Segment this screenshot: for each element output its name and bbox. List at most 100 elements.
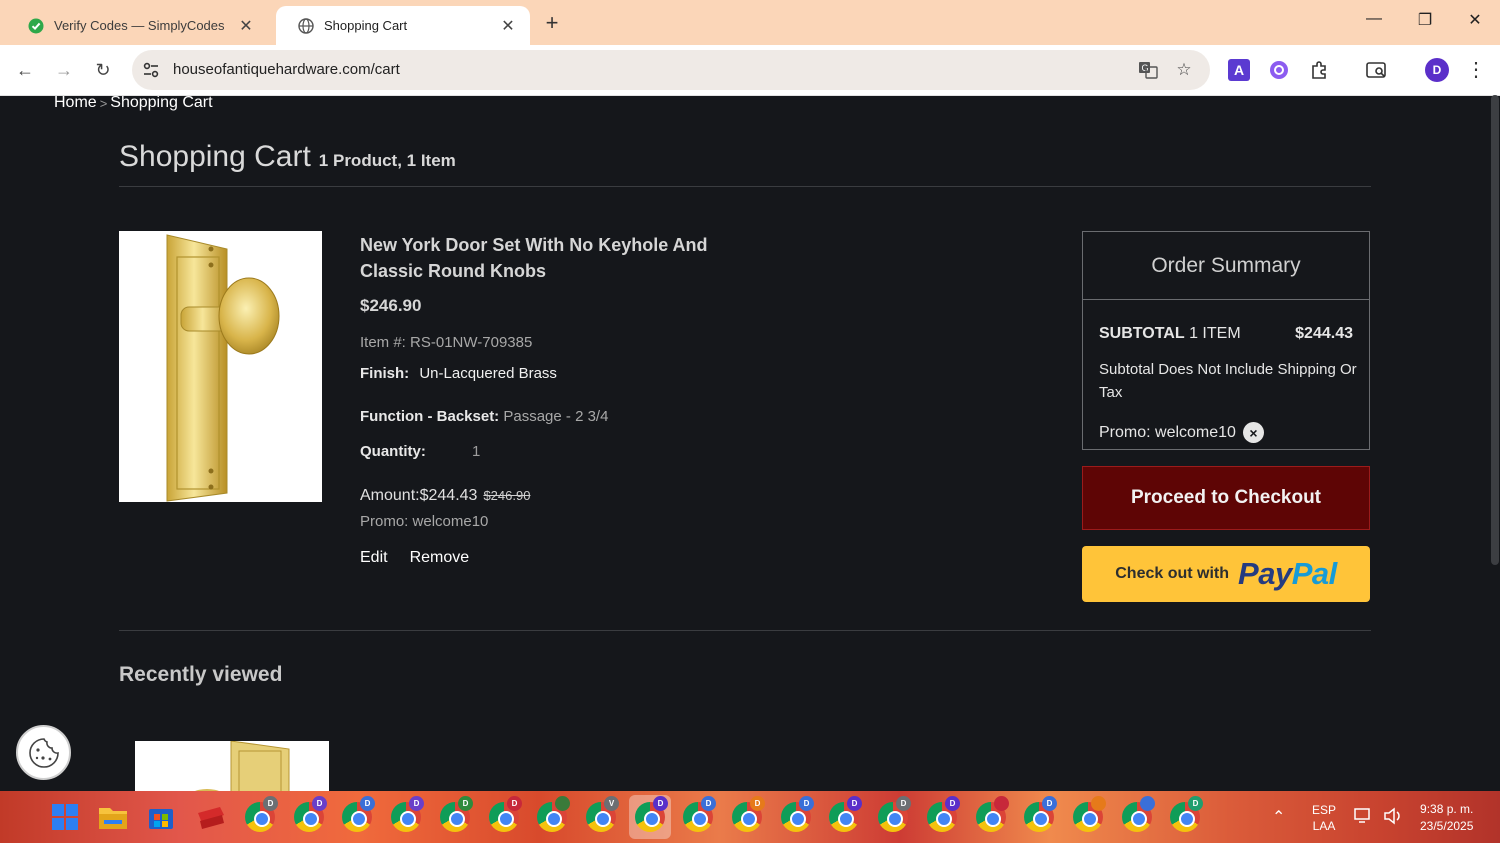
profile-badge: D: [896, 796, 911, 811]
svg-text:G: G: [1142, 63, 1149, 73]
taskbar-chrome-icon[interactable]: D: [391, 796, 424, 832]
divider: [119, 630, 1371, 631]
proceed-to-checkout-button[interactable]: Proceed to Checkout: [1082, 466, 1370, 530]
taskbar-chrome-icon[interactable]: D: [245, 796, 278, 832]
profile-badge: D: [653, 796, 668, 811]
breadcrumb-current: Shopping Cart: [110, 96, 213, 111]
back-icon[interactable]: ←: [12, 57, 38, 83]
minimize-icon[interactable]: —: [1354, 10, 1394, 28]
extension-a-icon[interactable]: A: [1228, 59, 1250, 81]
show-hidden-icons-icon[interactable]: ⌃: [1272, 807, 1285, 827]
item-number-row: Item #: RS-01NW-709385: [360, 334, 532, 351]
taskbar-chrome-icon[interactable]: D: [927, 796, 960, 832]
taskbar-chrome-icon[interactable]: V: [586, 796, 619, 832]
taskbar-chrome-icon[interactable]: [1122, 796, 1155, 832]
remove-promo-icon[interactable]: ×: [1242, 422, 1264, 443]
tab-shopping-cart[interactable]: Shopping Cart ✕: [276, 6, 530, 45]
profile-badge: V: [604, 796, 619, 811]
volume-icon[interactable]: [1383, 807, 1403, 828]
paypal-checkout-button[interactable]: Check out with PayPal: [1082, 546, 1370, 602]
order-summary: Order Summary SUBTOTAL 1 ITEM $244.43 Su…: [1082, 231, 1370, 450]
subtotal-note: Subtotal Does Not Include Shipping Or Ta…: [1099, 361, 1357, 401]
microsoft-store-icon[interactable]: [145, 801, 177, 833]
taskbar-chrome-icon[interactable]: D: [1024, 796, 1057, 832]
amount-original: $246.90: [483, 488, 531, 503]
profile-badge: D: [701, 796, 716, 811]
taskbar-chrome-icon[interactable]: D: [294, 796, 327, 832]
taskbar-chrome-icon[interactable]: D: [489, 796, 522, 832]
remove-link[interactable]: Remove: [410, 549, 470, 567]
function-label: Function - Backset:: [360, 408, 500, 425]
profile-badge: [1091, 796, 1106, 811]
page-scrollbar[interactable]: [1491, 95, 1499, 565]
new-tab-icon[interactable]: +: [540, 10, 564, 36]
browser-toolbar: ← → ↻ houseofantiquehardware.com/cart G …: [0, 45, 1500, 96]
taskbar-chrome-icon[interactable]: [1073, 796, 1106, 832]
quantity-value[interactable]: 1: [472, 443, 480, 460]
taskbar-chrome-icon[interactable]: D: [342, 796, 375, 832]
profile-badge: [555, 796, 570, 811]
taskbar-chrome-icon[interactable]: [537, 796, 570, 832]
clock[interactable]: 9:38 p. m. 23/5/2025: [1420, 801, 1473, 835]
windows-taskbar: D D D D D D V D D D D D D D D D ⌃ ESP LAA 9:38 p. m. 23…: [0, 791, 1500, 843]
paypal-logo: PayPal: [1238, 556, 1337, 591]
network-icon[interactable]: [1354, 807, 1374, 828]
file-explorer-icon[interactable]: [97, 801, 129, 833]
taskbar-chrome-icon[interactable]: D: [829, 796, 862, 832]
taskbar-chrome-icon[interactable]: D: [683, 796, 716, 832]
address-bar[interactable]: houseofantiquehardware.com/cart G ☆: [132, 50, 1210, 90]
taskbar-chrome-icon[interactable]: D: [635, 796, 668, 832]
app-red-icon[interactable]: [195, 801, 227, 833]
profile-badge: D: [458, 796, 473, 811]
tab-search-icon[interactable]: [1366, 59, 1388, 81]
taskbar-chrome-icon[interactable]: D: [781, 796, 814, 832]
profile-badge: D: [263, 796, 278, 811]
subtotal-row: SUBTOTAL 1 ITEM $244.43: [1099, 325, 1353, 343]
reload-icon[interactable]: ↻: [90, 57, 116, 83]
language-primary: ESP: [1312, 803, 1337, 817]
profile-badge: [1140, 796, 1155, 811]
browser-menu-icon[interactable]: ⋮: [1466, 57, 1486, 83]
clock-date: 23/5/2025: [1420, 819, 1474, 833]
taskbar-chrome-icon[interactable]: D: [440, 796, 473, 832]
amount-row: Amount: $244.43 $246.90: [360, 487, 530, 505]
profile-badge: D: [945, 796, 960, 811]
cart-count: 1 Product, 1 Item: [318, 151, 456, 170]
taskbar-chrome-icon[interactable]: D: [732, 796, 765, 832]
tab-bar: Verify Codes — SimplyCodes ✕ Shopping Ca…: [0, 0, 1500, 45]
extensions-puzzle-icon[interactable]: [1308, 59, 1330, 81]
cookie-settings-icon[interactable]: [16, 725, 71, 780]
taskbar-chrome-icon[interactable]: D: [1170, 796, 1203, 832]
product-image[interactable]: [119, 231, 322, 502]
edit-link[interactable]: Edit: [360, 549, 388, 567]
restore-icon[interactable]: ❐: [1405, 10, 1445, 30]
taskbar-chrome-icon[interactable]: D: [878, 796, 911, 832]
tab-verify-codes[interactable]: Verify Codes — SimplyCodes ✕: [6, 6, 268, 45]
close-tab-icon[interactable]: ✕: [236, 16, 256, 36]
breadcrumb: Home > Shopping Cart: [54, 96, 213, 112]
profile-badge: D: [799, 796, 814, 811]
subtotal-value: $244.43: [1295, 325, 1353, 342]
site-settings-icon[interactable]: [142, 61, 160, 84]
extension-purple-icon[interactable]: [1268, 59, 1290, 81]
profile-badge: D: [360, 796, 375, 811]
recently-viewed-item-image[interactable]: [135, 741, 329, 791]
windows-start-icon[interactable]: [49, 801, 81, 833]
finish-value: Un-Lacquered Brass: [419, 365, 557, 382]
close-tab-icon[interactable]: ✕: [498, 16, 518, 36]
bookmark-star-icon[interactable]: ☆: [1174, 60, 1194, 80]
clock-time: 9:38 p. m.: [1420, 802, 1474, 816]
translate-icon[interactable]: G: [1138, 60, 1158, 80]
item-number-value: RS-01NW-709385: [410, 334, 533, 351]
breadcrumb-home[interactable]: Home: [54, 96, 97, 112]
language-indicator[interactable]: ESP LAA: [1312, 802, 1336, 834]
order-summary-title: Order Summary: [1083, 232, 1369, 300]
taskbar-chrome-icon[interactable]: [976, 796, 1009, 832]
profile-badge: D: [312, 796, 327, 811]
item-number-label: Item #:: [360, 334, 406, 351]
url-text[interactable]: houseofantiquehardware.com/cart: [173, 61, 400, 78]
product-name[interactable]: New York Door Set With No Keyhole And Cl…: [360, 232, 720, 284]
close-window-icon[interactable]: ✕: [1455, 10, 1495, 30]
forward-icon[interactable]: →: [51, 57, 77, 83]
profile-avatar[interactable]: D: [1425, 58, 1449, 82]
